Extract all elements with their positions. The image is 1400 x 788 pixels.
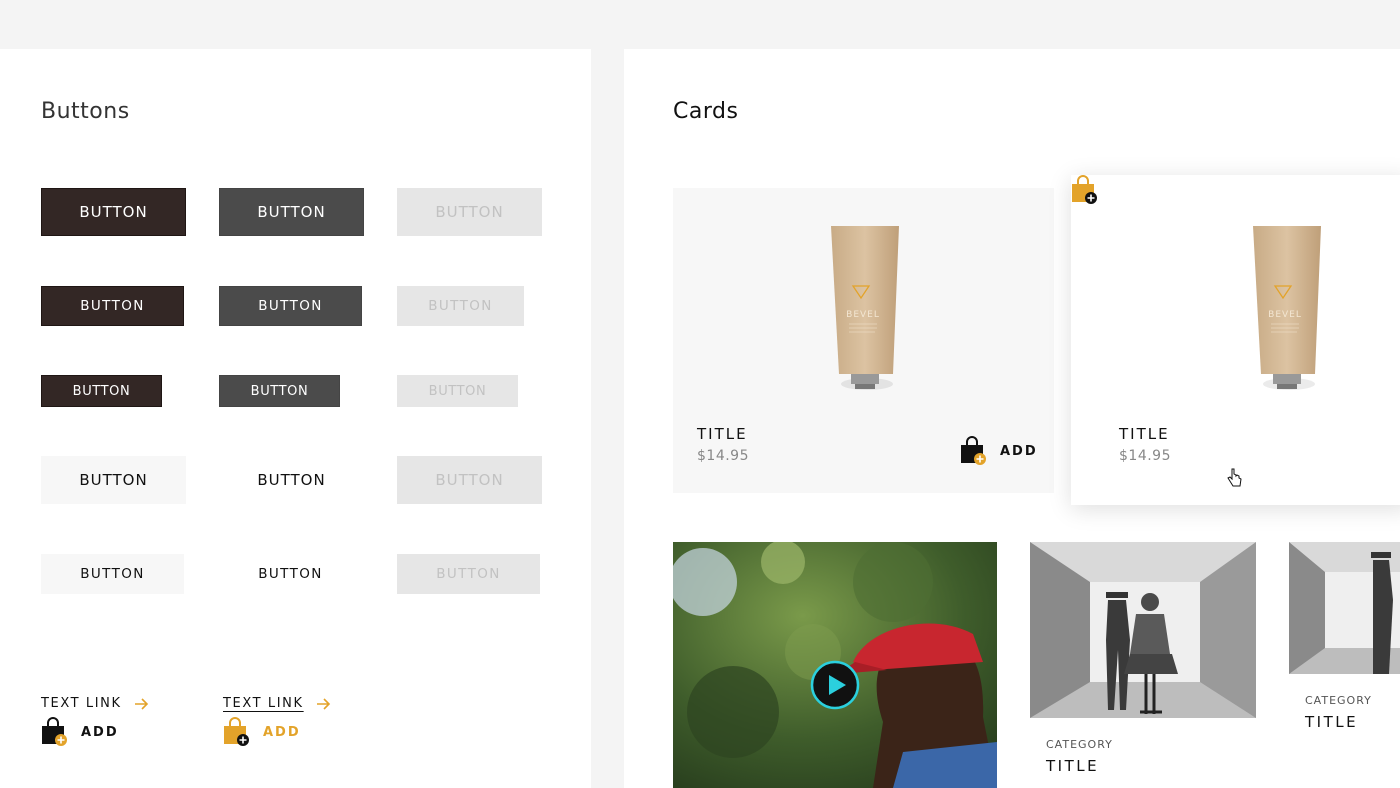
- add-to-bag-button[interactable]: ADD: [41, 717, 119, 747]
- card-category: CATEGORY: [1305, 694, 1372, 707]
- product-brand-label: BEVEL: [1268, 310, 1302, 320]
- text-link-label: TEXT LINK: [41, 696, 122, 711]
- barber-photo: [1289, 542, 1400, 674]
- card-price: $14.95: [1119, 448, 1171, 464]
- buttons-panel: Buttons BUTTON BUTTON BUTTON BUTTON BUTT…: [0, 49, 591, 788]
- card-category: CATEGORY: [1046, 738, 1113, 751]
- product-brand-label: BEVEL: [846, 310, 880, 320]
- shopping-bag-add-icon[interactable]: [1071, 175, 1099, 205]
- pointer-cursor-icon: [1227, 468, 1242, 487]
- card-title: TITLE: [1305, 713, 1359, 731]
- shopping-bag-add-icon: [224, 717, 249, 746]
- text-link-underlined-label: TEXT LINK: [223, 696, 304, 711]
- card-title: TITLE: [1119, 425, 1170, 443]
- card-title: TITLE: [1046, 757, 1100, 775]
- plain-button-large[interactable]: BUTTON: [219, 456, 364, 504]
- arrow-right-icon: [134, 697, 148, 710]
- video-card[interactable]: [673, 542, 997, 788]
- add-label-accent: ADD: [263, 724, 301, 740]
- card-title: TITLE: [697, 425, 748, 443]
- text-link[interactable]: TEXT LINK: [41, 696, 150, 711]
- add-to-bag-button-accent[interactable]: ADD: [223, 717, 301, 747]
- primary-button-small[interactable]: BUTTON: [41, 375, 162, 407]
- card-price: $14.95: [697, 448, 749, 464]
- plain-button-medium[interactable]: BUTTON: [219, 554, 362, 594]
- secondary-button-small[interactable]: BUTTON: [219, 375, 340, 407]
- article-card[interactable]: CATEGORY TITLE: [1289, 542, 1400, 742]
- play-icon[interactable]: [810, 660, 860, 710]
- secondary-button-medium[interactable]: BUTTON: [219, 286, 362, 326]
- arrow-right-icon: [316, 697, 330, 710]
- secondary-button-large[interactable]: BUTTON: [219, 188, 364, 236]
- disabled-button-small[interactable]: BUTTON: [397, 375, 518, 407]
- ghost-button-medium[interactable]: BUTTON: [41, 554, 184, 594]
- card-add-button[interactable]: ADD: [960, 436, 1038, 466]
- disabled-button-large[interactable]: BUTTON: [397, 188, 542, 236]
- card-add-label: ADD: [1000, 443, 1038, 459]
- barber-photo: [1030, 542, 1256, 718]
- ghost-button-large[interactable]: BUTTON: [41, 456, 186, 504]
- primary-button-medium[interactable]: BUTTON: [41, 286, 184, 326]
- add-label: ADD: [81, 724, 119, 740]
- disabled-button-medium[interactable]: BUTTON: [397, 286, 524, 326]
- product-tube-image: BEVEL: [1253, 226, 1321, 390]
- product-tube-image: BEVEL: [831, 226, 899, 390]
- shopping-bag-add-icon: [42, 717, 67, 746]
- primary-button-large[interactable]: BUTTON: [41, 188, 186, 236]
- cards-section-title: Cards: [673, 99, 739, 124]
- buttons-section-title: Buttons: [41, 99, 130, 124]
- shopping-bag-add-icon: [961, 436, 986, 465]
- cards-panel: Cards BEVEL TITLE $14.95 ADD BEVEL TITLE…: [624, 49, 1400, 788]
- product-card[interactable]: BEVEL TITLE $14.95 ADD: [673, 188, 1054, 493]
- text-link-underlined[interactable]: TEXT LINK: [223, 696, 332, 711]
- disabled-ghost-button-large[interactable]: BUTTON: [397, 456, 542, 504]
- product-card-hover[interactable]: BEVEL TITLE $14.95: [1071, 175, 1400, 505]
- article-card[interactable]: CATEGORY TITLE: [1030, 542, 1256, 788]
- disabled-ghost-button-medium[interactable]: BUTTON: [397, 554, 540, 594]
